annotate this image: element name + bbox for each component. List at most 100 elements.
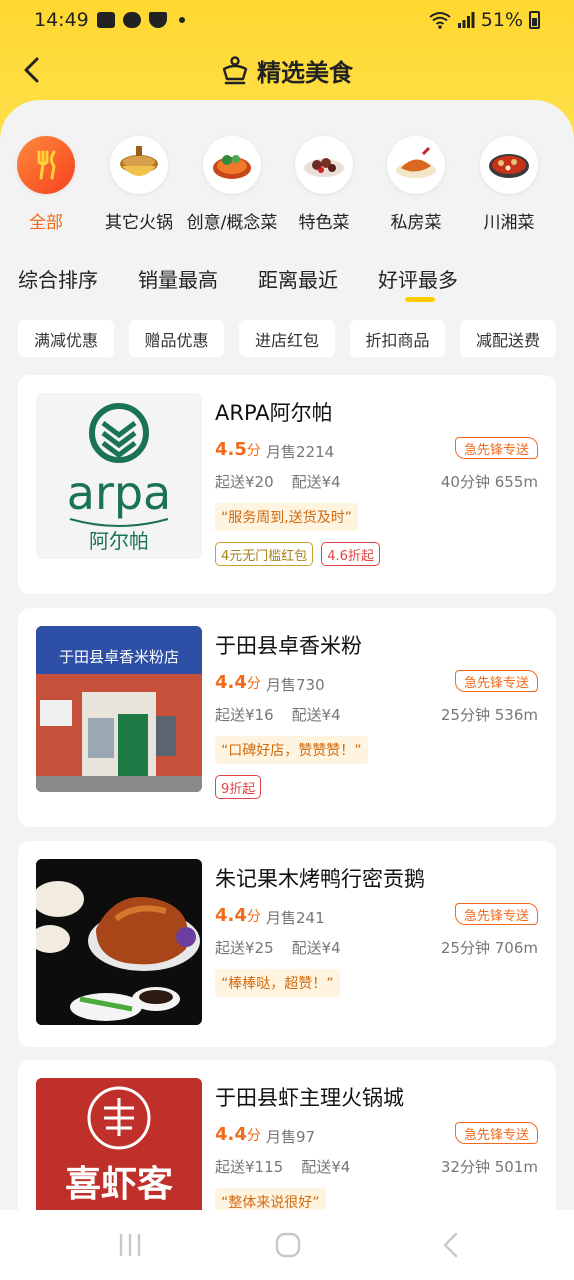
app-notification-icon [122,12,141,28]
logo-text-chinese: 喜虾客 [65,1163,173,1205]
fee-info: 起送¥20 配送¥4 [215,471,341,492]
rating-unit: 分 [246,676,261,692]
delivery-fee: 配送¥4 [291,473,341,491]
creative-dish-icon [203,136,261,194]
store-photo [36,859,202,1025]
monthly-sales: 月售97 [266,1128,316,1146]
gallery-icon [96,12,115,28]
category-row: 全部 其它火锅 创意/概念菜 特色菜 私房菜 川湘菜 [0,136,574,246]
sort-tab-overall[interactable]: 综合排序 [18,264,98,293]
fee-info: 起送¥16 配送¥4 [215,704,341,725]
private-dish-icon [387,136,445,194]
system-back-icon [443,1232,458,1258]
sort-tab-rating[interactable]: 好评最多 [378,264,458,293]
sichuan-dish-icon [480,136,538,194]
battery-icon [529,11,540,29]
category-label: 私房菜 [390,213,442,233]
promo-tag: 9折起 [215,775,262,799]
store-logo-image: 喜虾客 [36,1078,202,1220]
category-hotpot[interactable]: 其它火锅 [91,136,187,233]
roast-duck-image [36,859,202,1025]
category-sichuan[interactable]: 川湘菜 [461,136,557,233]
rating-unit: 分 [246,443,261,459]
delivery-badge: 急先锋专送 [454,903,538,925]
min-order: 起送¥20 [215,473,274,491]
category-label: 特色菜 [298,213,350,233]
store-card[interactable]: arpa 阿尔帕 ARPA阿尔帕 4.5分 月售2214 急先锋专送 起送¥20… [18,375,556,594]
home-button[interactable] [268,1228,308,1262]
delivery-fee: 配送¥4 [291,939,341,957]
storefront-image: 于田县卓香米粉店 [36,626,202,792]
arpa-logo: arpa 阿尔帕 [67,403,172,553]
delivery-fee: 配送¥4 [291,706,341,724]
back-button[interactable] [14,52,50,88]
promo-tags: 4元无门槛红包 4.6折起 [215,542,380,566]
shield-icon [148,12,167,28]
recent-apps-icon [119,1233,141,1257]
system-nav-bar [0,1210,574,1280]
category-all[interactable]: 全部 [0,136,94,233]
time-distance: 32分钟 501m [440,1158,538,1176]
filter-chip[interactable]: 进店红包 [239,320,335,357]
store-logo-image: arpa 阿尔帕 [36,393,202,559]
category-label: 全部 [29,213,63,233]
nav-bar: 精选美食 [0,44,574,96]
min-order: 起送¥16 [215,706,274,724]
shop-sign-text: 于田县卓香米粉店 [59,648,179,666]
fork-knife-icon [17,136,75,194]
xixiake-logo: 喜虾客 [36,1078,202,1220]
fee-info: 起送¥25 配送¥4 [215,937,341,958]
sort-tab-distance[interactable]: 距离最近 [258,264,338,293]
filter-chip[interactable]: 折扣商品 [350,320,445,357]
monthly-sales: 月售730 [266,676,325,694]
time-distance: 25分钟 706m [440,939,538,957]
sort-tab-sales[interactable]: 销量最高 [138,264,218,293]
min-order: 起送¥25 [215,939,274,957]
wifi-icon [429,12,451,29]
rating-value: 4.4 [215,1124,247,1145]
monthly-sales: 月售241 [266,909,325,927]
min-order: 起送¥115 [215,1158,284,1176]
store-card[interactable]: 喜虾客 于田县虾主理火锅城 4.4分 月售97 急先锋专送 起送¥115 配送¥4… [18,1060,556,1220]
fee-info: 起送¥115 配送¥4 [215,1156,350,1177]
promo-tags: 9折起 [215,775,262,799]
filter-chip[interactable]: 满减优惠 [18,320,114,357]
home-icon [275,1232,301,1258]
active-tab-indicator [405,297,435,302]
review-quote: “棒棒哒，超赞！” [215,969,340,997]
recent-apps-button[interactable] [110,1228,150,1262]
category-creative[interactable]: 创意/概念菜 [184,136,280,233]
filter-chip[interactable]: 赠品优惠 [129,320,224,357]
store-name: 朱记果木烤鸭行密贡鹅 [215,867,425,891]
store-name: 于田县卓香米粉 [215,634,362,658]
status-bar: 14:49 51% [0,0,574,40]
time-distance: 40分钟 655m [440,473,538,491]
monthly-sales: 月售2214 [266,443,335,461]
chef-hat-icon [222,56,248,85]
logo-text-latin: arpa [67,466,172,520]
rating-unit: 分 [246,1128,261,1144]
category-label: 其它火锅 [105,213,173,233]
category-label: 川湘菜 [483,213,535,233]
system-back-button[interactable] [430,1228,470,1262]
sort-tabs: 综合排序 销量最高 距离最近 好评最多 [0,264,574,308]
store-card[interactable]: 于田县卓香米粉店 于田县卓香米粉 4.4分 月售730 急先锋专送 起送¥16 配… [18,608,556,827]
category-specialty[interactable]: 特色菜 [276,136,372,233]
battery-percentage: 51% [480,9,523,31]
filter-chip[interactable]: 减配送费 [460,320,556,357]
store-rating: 4.4分 [215,905,261,926]
store-photo: 于田县卓香米粉店 [36,626,202,792]
delivery-badge: 急先锋专送 [454,1122,538,1144]
promo-tag: 4元无门槛红包 [215,542,314,566]
category-private[interactable]: 私房菜 [368,136,464,233]
time-distance: 25分钟 536m [440,706,538,724]
store-card[interactable]: 朱记果木烤鸭行密贡鹅 4.4分 月售241 急先锋专送 起送¥25 配送¥4 25… [18,841,556,1047]
review-quote: “服务周到,送货及时” [215,503,358,531]
hotpot-icon [110,136,168,194]
review-quote: “口碑好店，赞赞赞！” [215,736,368,764]
rating-value: 4.4 [215,672,247,693]
store-name: 于田县虾主理火锅城 [215,1086,404,1110]
category-label: 创意/概念菜 [186,213,278,233]
back-arrow-icon [24,57,39,83]
delivery-fee: 配送¥4 [301,1158,351,1176]
